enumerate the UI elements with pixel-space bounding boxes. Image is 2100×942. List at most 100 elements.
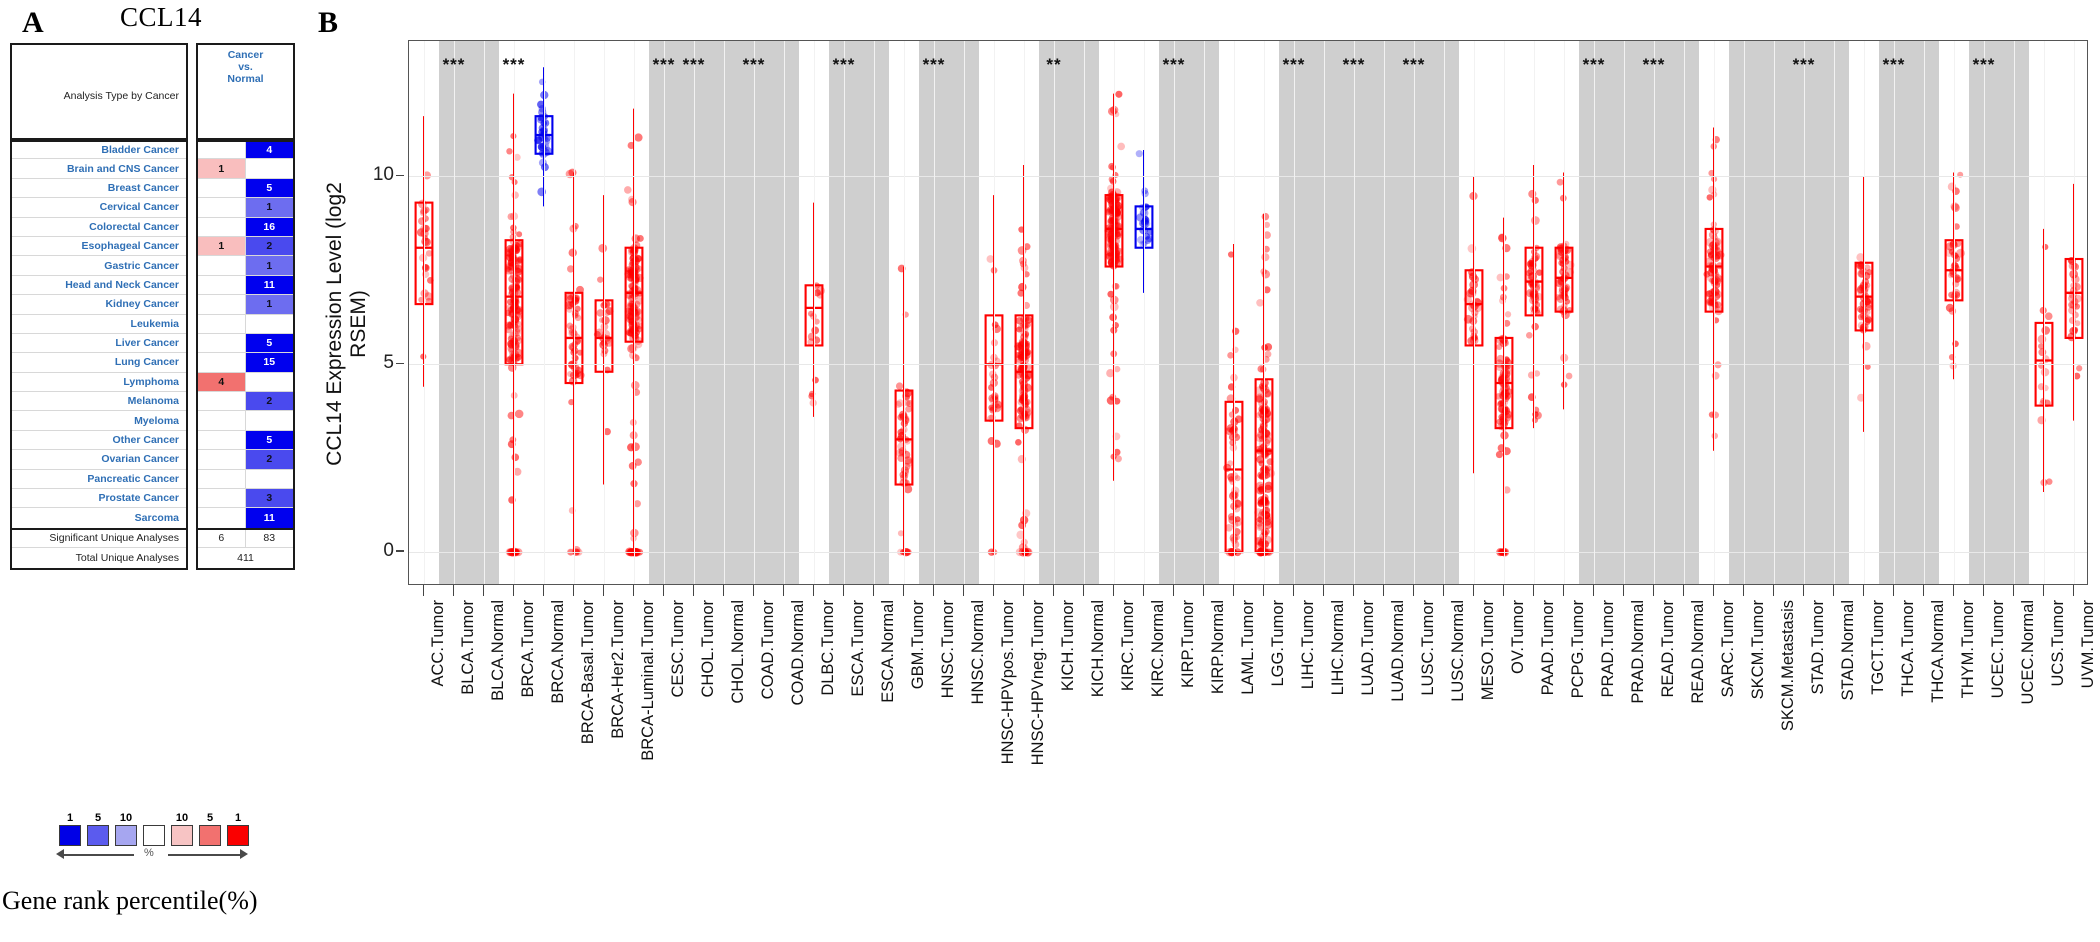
x-axis-label[interactable]: UCEC.Normal xyxy=(2019,600,2038,705)
table-row[interactable]: Head and Neck Cancer xyxy=(12,276,186,296)
underexpression-cell[interactable]: 3 xyxy=(245,489,293,508)
overexpression-cell[interactable]: 1 xyxy=(198,236,246,256)
x-axis-label[interactable]: BRCA-Her2.Tumor xyxy=(609,600,628,739)
table-row[interactable]: 1 xyxy=(198,159,293,179)
underexpression-cell[interactable]: 5 xyxy=(245,178,293,198)
overexpression-cell[interactable] xyxy=(198,314,246,333)
table-row[interactable]: 1 xyxy=(198,295,293,315)
overexpression-cell[interactable] xyxy=(198,392,246,411)
underexpression-cell[interactable]: 2 xyxy=(245,236,293,256)
x-axis-label[interactable]: BLCA.Normal xyxy=(489,600,508,701)
x-axis-label[interactable]: BRCA.Tumor xyxy=(519,600,538,698)
underexpression-cell[interactable] xyxy=(246,373,294,391)
overexpression-cell[interactable] xyxy=(198,178,246,198)
x-axis-label[interactable]: SKCM.Tumor xyxy=(1749,600,1768,699)
x-axis-label[interactable]: LIHC.Tumor xyxy=(1299,600,1318,689)
table-row[interactable] xyxy=(198,314,293,334)
x-axis-label[interactable]: HNSC.Tumor xyxy=(939,600,958,698)
x-axis-label[interactable]: BLCA.Tumor xyxy=(459,600,478,695)
x-axis-label[interactable]: CHOL.Normal xyxy=(729,600,748,704)
table-row[interactable]: 3 xyxy=(198,489,293,509)
x-axis-label[interactable]: PCPG.Tumor xyxy=(1569,600,1588,698)
overexpression-cell[interactable] xyxy=(198,275,246,295)
overexpression-cell[interactable] xyxy=(198,450,246,469)
x-axis-label[interactable]: BRCA.Normal xyxy=(549,600,568,704)
underexpression-cell[interactable]: 16 xyxy=(245,217,293,236)
underexpression-cell[interactable] xyxy=(246,470,294,488)
overexpression-cell[interactable] xyxy=(198,353,246,372)
underexpression-cell[interactable]: 11 xyxy=(245,275,293,295)
table-row[interactable]: 11 xyxy=(198,508,293,528)
underexpression-cell[interactable]: 15 xyxy=(245,353,293,372)
underexpression-cell[interactable]: 4 xyxy=(245,142,293,159)
x-axis-label[interactable]: KIRC.Tumor xyxy=(1119,600,1138,691)
x-axis-label[interactable]: MESO.Tumor xyxy=(1479,600,1498,700)
x-axis-label[interactable]: UVM.Tumor xyxy=(2079,600,2098,688)
table-row[interactable]: 5 xyxy=(198,430,293,451)
x-axis-label[interactable]: KIRP.Tumor xyxy=(1179,600,1198,688)
x-axis-label[interactable]: GBM.Tumor xyxy=(909,600,928,689)
table-row[interactable]: Lymphoma xyxy=(12,373,186,393)
underexpression-cell[interactable]: 2 xyxy=(245,450,293,469)
table-row[interactable] xyxy=(198,411,294,431)
x-axis-label[interactable]: SARC.Tumor xyxy=(1719,600,1738,698)
table-row[interactable]: 1 xyxy=(198,256,293,276)
table-row[interactable]: 16 xyxy=(198,217,293,237)
x-axis-label[interactable]: CHOL.Tumor xyxy=(699,600,718,698)
overexpression-cell[interactable] xyxy=(198,256,246,275)
table-row[interactable]: 5 xyxy=(198,333,293,354)
table-row[interactable]: Myeloma xyxy=(12,411,186,431)
x-axis-label[interactable]: ESCA.Tumor xyxy=(849,600,868,697)
x-axis-label[interactable]: PAAD.Tumor xyxy=(1539,600,1558,695)
table-row[interactable]: Cervical Cancer xyxy=(12,198,186,218)
table-row[interactable]: Colorectal Cancer xyxy=(12,218,186,237)
table-row[interactable]: 12 xyxy=(198,236,293,257)
x-axis-label[interactable]: READ.Tumor xyxy=(1659,600,1678,698)
overexpression-cell[interactable] xyxy=(198,489,246,508)
x-axis-label[interactable]: BRCA-Basal.Tumor xyxy=(579,600,598,744)
underexpression-cell[interactable]: 2 xyxy=(245,392,293,411)
x-axis-label[interactable]: LGG.Tumor xyxy=(1269,600,1288,687)
table-row[interactable]: Breast Cancer xyxy=(12,179,186,199)
table-row[interactable]: Brain and CNS Cancer xyxy=(12,159,186,179)
overexpression-cell[interactable] xyxy=(198,142,246,159)
x-axis-label[interactable]: UCS.Tumor xyxy=(2049,600,2068,686)
x-axis-label[interactable]: THCA.Tumor xyxy=(1899,600,1918,697)
overexpression-cell[interactable] xyxy=(198,430,246,450)
underexpression-cell[interactable]: 11 xyxy=(245,508,293,528)
x-axis-label[interactable]: LUAD.Tumor xyxy=(1359,600,1378,696)
underexpression-cell[interactable] xyxy=(246,411,294,429)
underexpression-cell[interactable]: 5 xyxy=(245,333,293,353)
table-row[interactable]: 1 xyxy=(198,198,293,218)
x-axis-label[interactable]: SKCM.Metastasis xyxy=(1779,600,1798,731)
table-row[interactable]: Esophageal Cancer xyxy=(12,237,186,257)
x-axis-label[interactable]: COAD.Tumor xyxy=(759,600,778,699)
x-axis-label[interactable]: KIRP.Normal xyxy=(1209,600,1228,694)
underexpression-cell[interactable]: 1 xyxy=(245,198,293,217)
x-axis-label[interactable]: HNSC.Normal xyxy=(969,600,988,705)
table-row[interactable]: Liver Cancer xyxy=(12,334,186,354)
table-row[interactable]: Bladder Cancer xyxy=(12,140,186,160)
table-row[interactable]: Other Cancer xyxy=(12,431,186,451)
table-row[interactable]: Kidney Cancer xyxy=(12,295,186,315)
table-row[interactable]: 5 xyxy=(198,178,293,199)
x-axis-label[interactable]: UCEC.Tumor xyxy=(1989,600,2008,698)
x-axis-label[interactable]: HNSC-HPVpos.Tumor xyxy=(999,600,1018,764)
underexpression-cell[interactable]: 1 xyxy=(245,256,293,275)
x-axis-label[interactable]: LUSC.Normal xyxy=(1449,600,1468,702)
overexpression-cell[interactable]: 4 xyxy=(198,372,246,392)
table-row[interactable]: Melanoma xyxy=(12,392,186,412)
x-axis-label[interactable]: HNSC-HPVneg.Tumor xyxy=(1029,600,1048,765)
x-axis-label[interactable]: BRCA-Luminal.Tumor xyxy=(639,600,658,761)
x-axis-label[interactable]: CESC.Tumor xyxy=(669,600,688,698)
x-axis-label[interactable]: LUAD.Normal xyxy=(1389,600,1408,702)
table-row[interactable]: Ovarian Cancer xyxy=(12,450,186,470)
x-axis-label[interactable]: ESCA.Normal xyxy=(879,600,898,703)
x-axis-label[interactable]: LIHC.Normal xyxy=(1329,600,1348,695)
table-row[interactable]: Gastric Cancer xyxy=(12,256,186,276)
x-axis-label[interactable]: KICH.Tumor xyxy=(1059,600,1078,691)
x-axis-label[interactable]: DLBC.Tumor xyxy=(819,600,838,696)
x-axis-label[interactable]: LAML.Tumor xyxy=(1239,600,1258,695)
x-axis-label[interactable]: THYM.Tumor xyxy=(1959,600,1978,698)
table-row[interactable]: Lung Cancer xyxy=(12,353,186,373)
